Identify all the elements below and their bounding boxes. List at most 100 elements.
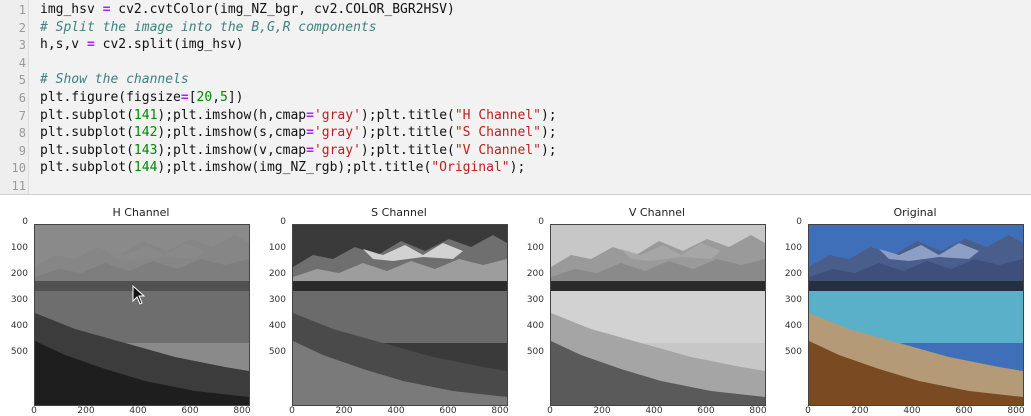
code-token: 'gray' bbox=[313, 125, 361, 141]
code-token: = bbox=[86, 37, 95, 53]
code-token: "H Channel" bbox=[454, 107, 541, 123]
code-token: cv2.cvtColor(img_NZ_bgr, cv2.COLOR_BGR2H… bbox=[110, 2, 455, 17]
y-tick-label: 100 bbox=[526, 243, 544, 253]
subplot-image bbox=[292, 224, 508, 406]
y-tick-label: 200 bbox=[526, 269, 544, 279]
code-token: );plt.imshow(h,cmap bbox=[157, 107, 307, 123]
code-text: plt.figure(figsize=[20,5]) bbox=[40, 89, 244, 107]
line-number: 9 bbox=[18, 143, 26, 158]
code-token: img_hsv bbox=[40, 2, 103, 17]
code-token: ]) bbox=[227, 90, 244, 105]
code-token: 'gray' bbox=[313, 107, 361, 123]
x-tick-label: 400 bbox=[903, 406, 921, 416]
code-token: 141 bbox=[133, 107, 158, 123]
subplot-title: Original bbox=[893, 206, 937, 219]
y-tick-label: 300 bbox=[268, 295, 286, 305]
subplot-title: S Channel bbox=[371, 206, 427, 219]
code-token: );plt.imshow(img_NZ_rgb);plt.title( bbox=[157, 160, 432, 176]
y-tick-label: 200 bbox=[268, 269, 286, 279]
image-subplot: V Channel 0 100 200 300 400 500 0 200 400 600 800 bbox=[516, 195, 767, 416]
subplot-title: H Channel bbox=[112, 206, 170, 219]
x-tick-label: 0 bbox=[289, 406, 295, 416]
y-tick-label: 0 bbox=[796, 217, 802, 227]
y-tick-label: 500 bbox=[526, 347, 544, 357]
code-token: [ bbox=[188, 90, 197, 105]
x-tick-label: 800 bbox=[749, 406, 767, 416]
code-text: # Split the image into the B,G,R compone… bbox=[40, 19, 377, 37]
code-text: img_hsv = cv2.cvtColor(img_NZ_bgr, cv2.C… bbox=[40, 1, 455, 19]
subplot-image bbox=[808, 224, 1024, 406]
code-token: 143 bbox=[133, 142, 158, 158]
mouse-cursor-icon bbox=[132, 284, 146, 309]
code-token: cv2.split(img_hsv) bbox=[94, 37, 244, 53]
y-tick-label: 400 bbox=[784, 321, 802, 331]
y-tick-label: 0 bbox=[538, 217, 544, 227]
x-tick-label: 0 bbox=[31, 406, 37, 416]
y-tick-label: 100 bbox=[268, 243, 286, 253]
code-token: = bbox=[306, 142, 314, 158]
x-tick-label: 0 bbox=[805, 406, 811, 416]
code-token: "V Channel" bbox=[454, 142, 541, 158]
x-tick-label: 800 bbox=[1007, 406, 1025, 416]
code-text: h,s,v = cv2.split(img_hsv) bbox=[40, 36, 244, 54]
y-tick-label: 400 bbox=[10, 321, 28, 331]
line-number: 11 bbox=[11, 179, 26, 193]
code-token: plt.subplot( bbox=[40, 125, 134, 141]
code-token: plt.subplot( bbox=[40, 160, 134, 176]
y-tick-label: 100 bbox=[784, 243, 802, 253]
code-token: # Show the channels bbox=[40, 72, 189, 88]
code-token: 142 bbox=[133, 125, 158, 141]
x-tick-label: 400 bbox=[645, 406, 663, 416]
y-tick-label: 500 bbox=[10, 347, 28, 357]
output-area: H Channel 0 100 200 300 400 500 0 200 400 600 800 S… bbox=[0, 195, 1031, 416]
code-text: plt.subplot(142);plt.imshow(s,cmap='gray… bbox=[40, 124, 557, 142]
y-tick-label: 500 bbox=[268, 347, 286, 357]
code-cell[interactable]: 1 img_hsv = cv2.cvtColor(img_NZ_bgr, cv2.… bbox=[0, 0, 1031, 195]
code-token: );plt.imshow(s,cmap bbox=[157, 125, 307, 141]
code-token: "S Channel" bbox=[454, 125, 541, 141]
line-number: 3 bbox=[18, 38, 26, 53]
image-subplot: Original 0 100 200 300 400 500 0 200 400 600 800 bbox=[774, 195, 1025, 416]
x-tick-label: 600 bbox=[181, 406, 199, 416]
code-token: 144 bbox=[133, 160, 158, 176]
y-tick-label: 100 bbox=[10, 243, 28, 253]
x-tick-label: 200 bbox=[851, 406, 869, 416]
line-number: 10 bbox=[11, 161, 26, 176]
subplot-image bbox=[550, 224, 766, 406]
code-token: ); bbox=[540, 142, 557, 158]
code-token: );plt.title( bbox=[360, 125, 455, 141]
code-token: );plt.imshow(v,cmap bbox=[157, 142, 307, 158]
x-tick-label: 600 bbox=[697, 406, 715, 416]
code-token: ); bbox=[509, 160, 526, 176]
x-tick-label: 600 bbox=[439, 406, 457, 416]
y-tick-label: 300 bbox=[526, 295, 544, 305]
line-number: 6 bbox=[18, 91, 26, 105]
code-token: = bbox=[180, 90, 189, 105]
x-tick-label: 200 bbox=[77, 406, 95, 416]
code-text: plt.subplot(141);plt.imshow(h,cmap='gray… bbox=[40, 107, 557, 125]
code-token: plt.subplot( bbox=[40, 142, 134, 158]
code-token: );plt.title( bbox=[360, 142, 455, 158]
code-text: plt.subplot(143);plt.imshow(v,cmap='gray… bbox=[40, 142, 557, 160]
x-tick-label: 400 bbox=[387, 406, 405, 416]
x-tick-label: 400 bbox=[129, 406, 147, 416]
code-token: = bbox=[306, 125, 314, 141]
image-subplot: H Channel 0 100 200 300 400 500 0 200 400 600 800 bbox=[0, 195, 251, 416]
y-tick-label: 0 bbox=[280, 217, 286, 227]
x-tick-label: 800 bbox=[491, 406, 509, 416]
code-token: 5 bbox=[220, 90, 228, 105]
code-token: plt.subplot( bbox=[40, 107, 134, 123]
code-token: , bbox=[212, 90, 221, 105]
code-token: # Split the image into the B,G,R compone… bbox=[40, 19, 377, 35]
line-number: 2 bbox=[18, 20, 26, 35]
x-tick-label: 800 bbox=[233, 406, 251, 416]
code-token: ); bbox=[540, 125, 557, 141]
code-token: = bbox=[306, 107, 314, 123]
image-subplot: S Channel 0 100 200 300 400 500 0 200 400 600 800 bbox=[258, 195, 509, 416]
code-text: plt.subplot(144);plt.imshow(img_NZ_rgb);… bbox=[40, 159, 525, 177]
x-tick-label: 600 bbox=[955, 406, 973, 416]
y-tick-label: 400 bbox=[526, 321, 544, 331]
code-token: ); bbox=[540, 107, 557, 123]
y-tick-label: 0 bbox=[22, 217, 28, 227]
code-text: # Show the channels bbox=[40, 71, 189, 89]
